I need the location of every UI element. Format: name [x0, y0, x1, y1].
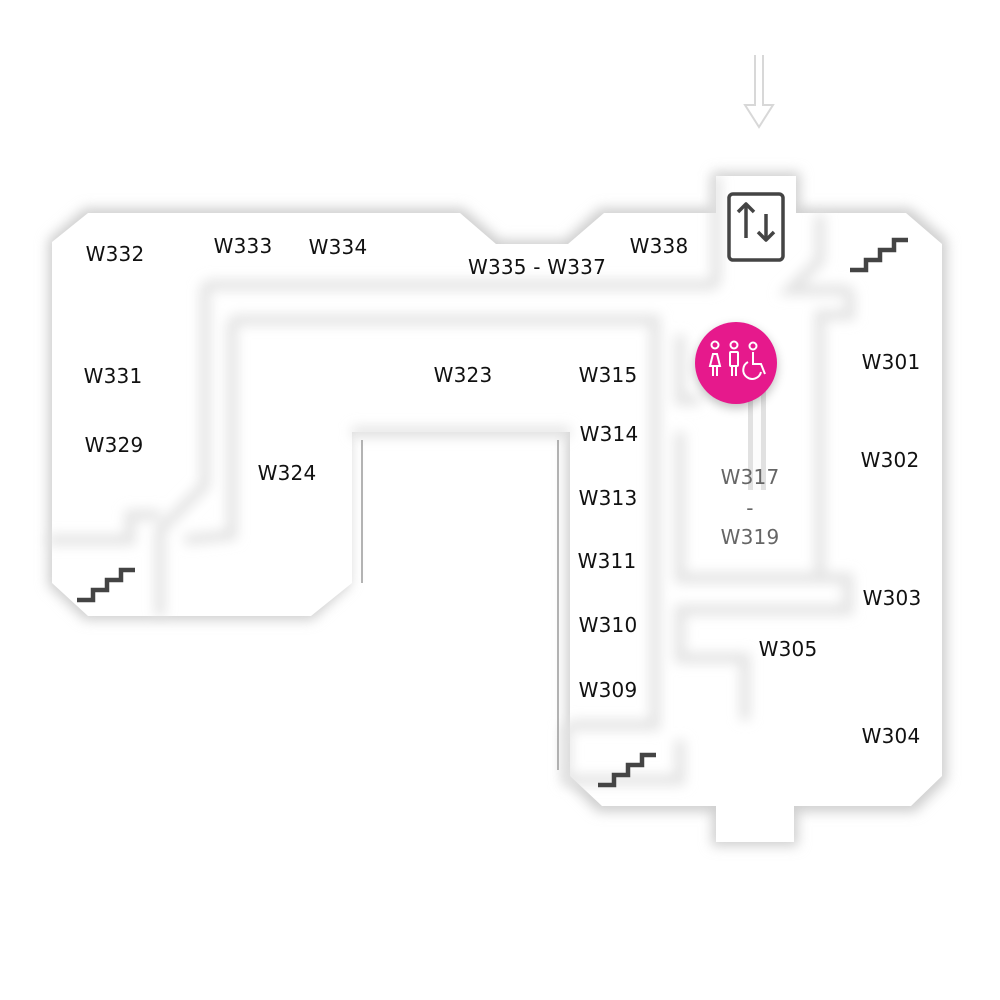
- room-label-w304[interactable]: W304: [862, 724, 921, 748]
- room-label-w305[interactable]: W305: [759, 637, 818, 661]
- room-label-w334[interactable]: W334: [309, 235, 368, 259]
- room-label-w335-w337[interactable]: W335 - W337: [468, 255, 606, 279]
- inner-courtyard-edge: [361, 440, 559, 770]
- room-label-w333[interactable]: W333: [214, 234, 273, 258]
- room-label-w309[interactable]: W309: [579, 678, 638, 702]
- floor-plan-map: [48, 55, 947, 846]
- room-label-w323[interactable]: W323: [434, 363, 493, 387]
- room-label-w329[interactable]: W329: [85, 433, 144, 457]
- room-label-w313[interactable]: W313: [579, 486, 638, 510]
- room-label-w314[interactable]: W314: [580, 422, 639, 446]
- room-label-w311[interactable]: W311: [578, 549, 637, 573]
- room-label-w319[interactable]: W319: [721, 525, 780, 549]
- room-label-w303[interactable]: W303: [863, 586, 922, 610]
- room-label-w317[interactable]: W317: [721, 465, 780, 489]
- room-label-w301[interactable]: W301: [862, 350, 921, 374]
- room-label-w332[interactable]: W332: [86, 242, 145, 266]
- room-label-w310[interactable]: W310: [579, 613, 638, 637]
- restroom-glyph: [708, 340, 766, 380]
- room-label-w338[interactable]: W338: [630, 234, 689, 258]
- room-label-w302[interactable]: W302: [861, 448, 920, 472]
- down-arrow-icon: [743, 55, 775, 129]
- room-range-separator: -: [746, 496, 754, 520]
- room-label-w315[interactable]: W315: [579, 363, 638, 387]
- room-label-w324[interactable]: W324: [258, 461, 317, 485]
- restroom-icon[interactable]: [695, 322, 777, 404]
- room-label-w331[interactable]: W331: [84, 364, 143, 388]
